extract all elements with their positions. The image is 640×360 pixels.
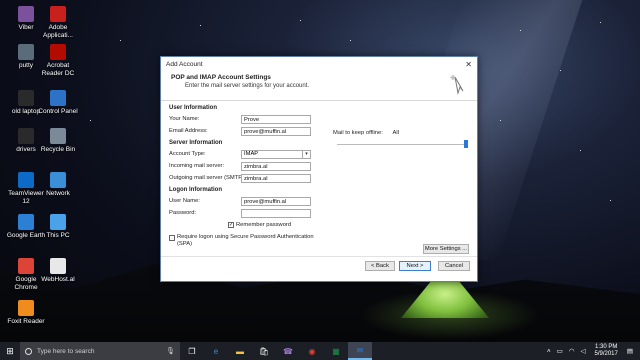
spa-label-suffix: (SPA) <box>177 241 193 247</box>
username-label: User Name: <box>169 198 200 204</box>
chevron-down-icon[interactable]: ▾ <box>302 151 310 158</box>
clock-date: 5/9/2017 <box>594 351 618 357</box>
dialog-title: Add Account <box>166 60 203 68</box>
incoming-server-input[interactable] <box>241 162 311 171</box>
incoming-server-label: Incoming mail server: <box>169 163 225 169</box>
search-box[interactable]: Type here to search 🎙 <box>20 342 180 360</box>
volume-icon[interactable]: ◁ <box>580 347 585 355</box>
desktop-icon-label: This PC <box>46 232 70 239</box>
spa-checkbox[interactable] <box>169 235 175 241</box>
server-info-heading: Server Information <box>169 140 223 146</box>
logon-info-heading: Logon Information <box>169 187 222 193</box>
teamviewer-icon <box>18 172 34 188</box>
desktop-icon[interactable]: Recycle Bin <box>36 128 80 154</box>
username-input[interactable] <box>241 197 311 206</box>
chrome-icon[interactable]: ◉ <box>300 342 324 360</box>
desktop-icon[interactable]: This PC <box>36 214 80 240</box>
google-earth-icon <box>18 214 34 230</box>
desktop-icon[interactable]: Foxit Reader <box>4 300 48 326</box>
wizard-cursor-icon <box>450 75 464 95</box>
more-settings-button[interactable]: More Settings ... <box>423 244 469 254</box>
desktop-icon[interactable]: Adobe Applicati... <box>36 6 80 39</box>
your-name-input[interactable] <box>241 115 311 124</box>
your-name-label: Your Name: <box>169 116 200 122</box>
battery-icon[interactable]: ▭ <box>557 347 563 355</box>
control-panel-icon <box>50 90 66 106</box>
notifications-icon[interactable]: ▤ <box>627 347 633 355</box>
clock-time: 1:30 PM <box>594 344 618 350</box>
dialog-header: POP and IMAP Account Settings Enter the … <box>161 71 477 101</box>
header-subtitle: Enter the mail server settings for your … <box>185 83 310 89</box>
outgoing-server-label: Outgoing mail server (SMTP): <box>169 175 246 181</box>
next-button[interactable]: Next > <box>399 261 431 271</box>
desktop-icon[interactable]: Control Panel <box>36 90 80 116</box>
excel-icon[interactable]: ▦ <box>324 342 348 360</box>
desktop-icon-label: Adobe Applicati... <box>43 24 73 39</box>
email-label: Email Address: <box>169 128 208 134</box>
task-view-icon[interactable]: ❐ <box>180 342 204 360</box>
account-type-value: IMAP <box>244 151 259 157</box>
desktop-icon[interactable]: WebHost.al <box>36 258 80 284</box>
file-explorer-icon[interactable]: ▬ <box>228 342 252 360</box>
search-placeholder: Type here to search <box>37 347 95 355</box>
edge-icon[interactable]: e <box>204 342 228 360</box>
close-icon[interactable]: ✕ <box>465 60 472 69</box>
slider-thumb[interactable] <box>464 140 468 148</box>
clock[interactable]: 1:30 PM 5/9/2017 <box>594 344 617 358</box>
outgoing-server-input[interactable] <box>241 174 311 183</box>
recycle-bin-icon <box>50 128 66 144</box>
store-icon[interactable]: 🛍 <box>252 342 276 360</box>
cortana-icon <box>25 347 32 355</box>
desktop-icon-label: Foxit Reader <box>7 318 45 325</box>
windows-start-icon[interactable]: ⊞ <box>0 342 20 360</box>
adobe-icon <box>50 6 66 22</box>
email-input[interactable] <box>241 127 311 136</box>
spa-label: Require logon using Secure Password Auth… <box>177 234 314 240</box>
this-pc-icon <box>50 214 66 230</box>
viber-icon[interactable]: ☎ <box>276 342 300 360</box>
desktop-icon-label: Network <box>46 190 70 197</box>
user-info-heading: User Information <box>169 105 218 111</box>
desktop-icon[interactable]: Network <box>36 172 80 198</box>
chrome-icon <box>18 258 34 274</box>
account-type-select[interactable]: IMAP ▾ <box>241 150 311 159</box>
desktop-icon-label: Control Panel <box>38 108 78 115</box>
acrobat-icon <box>50 44 66 60</box>
outlook-icon[interactable]: ✉ <box>348 342 372 360</box>
wifi-icon[interactable]: ◠ <box>569 347 575 355</box>
desktop-icon-label: Recycle Bin <box>40 146 76 153</box>
remember-password-label: Remember password <box>236 222 292 228</box>
dialog-body: User Information Your Name: Email Addres… <box>161 101 477 271</box>
back-button[interactable]: < Back <box>365 261 395 271</box>
viber-icon <box>18 6 34 22</box>
account-type-label: Account Type: <box>169 151 206 157</box>
desktop-icon-label: WebHost.al <box>41 276 75 283</box>
cancel-button[interactable]: Cancel <box>438 261 470 271</box>
remember-password-checkbox[interactable]: ✓ <box>228 222 234 228</box>
drivers-icon <box>18 128 34 144</box>
dialog-titlebar: Add Account ✕ <box>161 57 477 71</box>
file-icon <box>50 258 66 274</box>
microphone-icon[interactable]: 🎙 <box>166 347 175 355</box>
foxit-icon <box>18 300 34 316</box>
putty-icon <box>18 44 34 60</box>
taskbar: ⊞ Type here to search 🎙 ❐ e ▬ 🛍 ☎ ◉ ▦ ✉ … <box>0 342 640 360</box>
header-title: POP and IMAP Account Settings <box>171 74 271 81</box>
system-tray: ˄ ▭ ◠ ◁ 1:30 PM 5/9/2017 ▤ <box>544 344 640 358</box>
folder-icon <box>18 90 34 106</box>
mail-offline-value: All <box>392 130 399 136</box>
desktop-icon-label: Acrobat Reader DC <box>41 62 75 77</box>
network-icon <box>50 172 66 188</box>
mail-offline-slider[interactable] <box>337 144 467 145</box>
add-account-dialog: Add Account ✕ POP and IMAP Account Setti… <box>160 56 478 282</box>
desktop-icon[interactable]: Acrobat Reader DC <box>36 44 80 77</box>
password-label: Password: <box>169 210 197 216</box>
chevron-up-icon[interactable]: ˄ <box>547 348 551 355</box>
password-input[interactable] <box>241 209 311 218</box>
footer-divider <box>161 256 477 257</box>
mail-offline-label: Mail to keep offline: All <box>333 130 399 136</box>
